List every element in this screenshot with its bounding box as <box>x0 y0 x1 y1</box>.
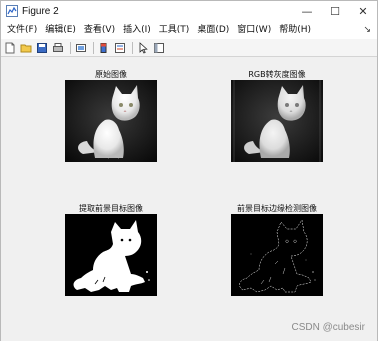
menu-file[interactable]: 文件(F) <box>1 21 41 39</box>
figure-window: Figure 2 — ☐ ✕ 文件(F) 编辑(E) 查看(V) 插入(I) 工… <box>0 0 378 341</box>
matlab-figure-icon <box>6 5 18 17</box>
menu-tools[interactable]: 工具(T) <box>155 21 194 39</box>
edge-detection-image <box>231 214 323 296</box>
figure-toolbar <box>1 39 377 57</box>
panel-title-foreground: 提取前景目标图像 <box>79 204 143 213</box>
original-image <box>65 80 157 162</box>
legend-icon[interactable] <box>113 41 127 55</box>
print-icon[interactable] <box>51 41 65 55</box>
open-icon[interactable] <box>19 41 33 55</box>
grayscale-image <box>231 80 323 162</box>
panel-title-original: 原始图像 <box>95 70 127 79</box>
menu-window[interactable]: 窗口(W) <box>233 21 275 39</box>
close-button[interactable]: ✕ <box>349 1 377 21</box>
foreground-mask-image <box>65 214 157 296</box>
menu-view[interactable]: 查看(V) <box>80 21 119 39</box>
menu-edit[interactable]: 编辑(E) <box>41 21 80 39</box>
edit-plot-icon[interactable] <box>136 41 150 55</box>
menu-bar: 文件(F) 编辑(E) 查看(V) 插入(I) 工具(T) 桌面(D) 窗口(W… <box>1 21 377 39</box>
dock-arrow-icon[interactable]: ↘ <box>363 21 371 39</box>
panel-title-edges: 前景目标边缘检测图像 <box>237 204 317 213</box>
toolbar-separator <box>93 41 94 54</box>
copy-figure-icon[interactable] <box>74 41 88 55</box>
window-title: Figure 2 <box>22 5 59 17</box>
toolbar-separator <box>132 41 133 54</box>
figure-canvas: 原始图像 RGB转灰度图像 提取前景目标图像 前景目标边缘检测图像 CSDN @… <box>1 58 377 341</box>
menu-help[interactable]: 帮助(H) <box>275 21 315 39</box>
save-icon[interactable] <box>35 41 49 55</box>
new-figure-icon[interactable] <box>3 41 17 55</box>
title-bar: Figure 2 — ☐ ✕ <box>1 1 377 21</box>
panel-title-grayscale: RGB转灰度图像 <box>248 70 306 79</box>
minimize-button[interactable]: — <box>293 1 321 21</box>
menu-insert[interactable]: 插入(I) <box>119 21 155 39</box>
property-inspector-icon[interactable] <box>152 41 166 55</box>
toolbar-separator <box>70 41 71 54</box>
menu-desktop[interactable]: 桌面(D) <box>193 21 233 39</box>
maximize-button[interactable]: ☐ <box>321 1 349 21</box>
colorbar-icon[interactable] <box>97 41 111 55</box>
watermark-text: CSDN @cubesir <box>291 322 365 333</box>
